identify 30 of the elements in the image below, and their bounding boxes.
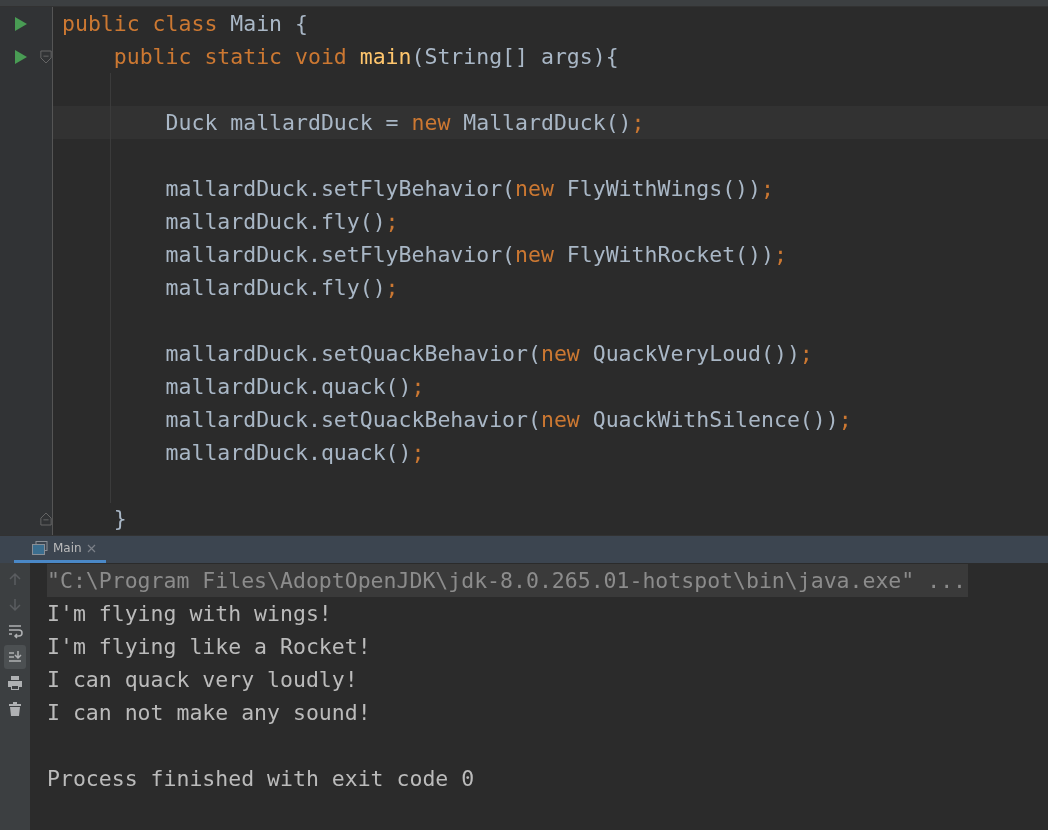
down-arrow-icon bbox=[7, 597, 23, 613]
run-icon[interactable] bbox=[14, 48, 28, 65]
fold-icon[interactable] bbox=[40, 510, 52, 527]
print-icon bbox=[7, 675, 23, 691]
up-arrow-icon bbox=[7, 571, 23, 587]
code-line: mallardDuck.quack(); bbox=[164, 439, 425, 467]
scroll-to-end-icon bbox=[7, 649, 23, 665]
close-icon bbox=[86, 543, 96, 553]
code-line: mallardDuck.setQuackBehavior(new QuackWithSilence()); bbox=[164, 406, 852, 434]
fold-icon[interactable] bbox=[40, 48, 52, 65]
console-icon bbox=[32, 541, 48, 555]
console-output: I'm flying like a Rocket! bbox=[47, 633, 371, 661]
soft-wrap-icon bbox=[7, 623, 23, 639]
code-line: mallardDuck.fly(); bbox=[164, 208, 399, 236]
code-line: mallardDuck.setFlyBehavior(new FlyWithRocket()); bbox=[164, 241, 787, 269]
code-line: Duck mallardDuck = new MallardDuck(); bbox=[164, 109, 645, 137]
code-line: public static void main(String[] args){ bbox=[112, 43, 619, 71]
console-output: Process finished with exit code 0 bbox=[47, 765, 475, 793]
code-line: public class Main { bbox=[62, 10, 308, 38]
console-output: I can quack very loudly! bbox=[47, 666, 358, 694]
code-line: mallardDuck.setFlyBehavior(new FlyWithWings()); bbox=[164, 175, 774, 203]
code-line: mallardDuck.fly(); bbox=[164, 274, 399, 302]
console-output: I can not make any sound! bbox=[47, 699, 371, 727]
trash-icon bbox=[7, 701, 23, 717]
code-line: } bbox=[112, 505, 127, 533]
run-icon[interactable] bbox=[14, 15, 29, 32]
code-line: mallardDuck.setQuackBehavior(new QuackVeryLoud()); bbox=[164, 340, 813, 368]
console-output: I'm flying with wings! bbox=[47, 600, 332, 628]
code-line: mallardDuck.quack(); bbox=[164, 373, 425, 401]
scroll-to-end-button[interactable] bbox=[4, 645, 26, 669]
